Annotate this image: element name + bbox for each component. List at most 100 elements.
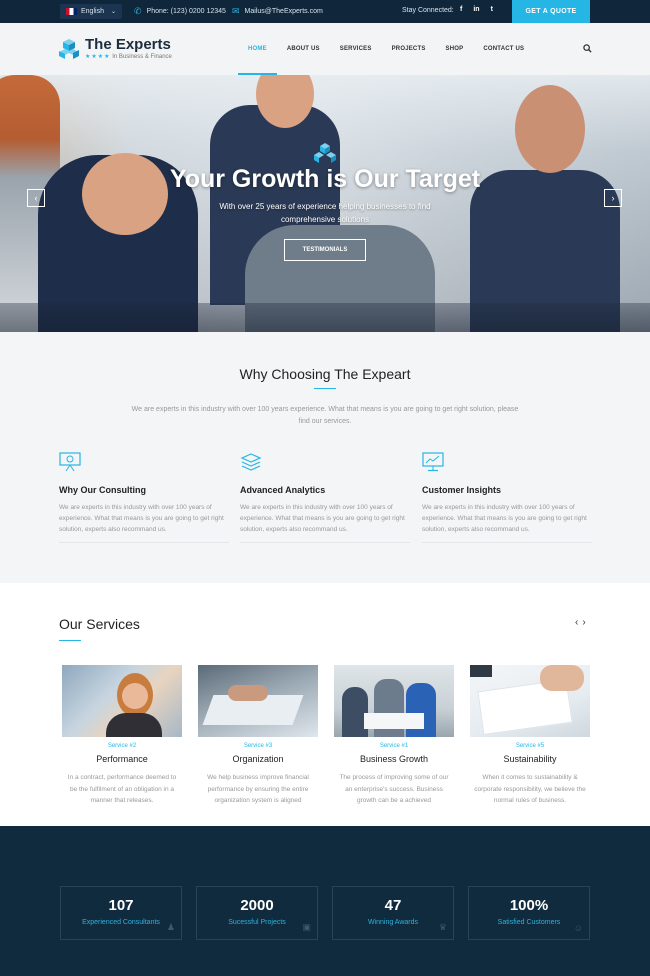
main-nav: HOME ABOUT US SERVICES PROJECTS SHOP CON…	[238, 23, 534, 75]
language-label: English	[81, 8, 104, 15]
phone-icon: ✆	[134, 6, 142, 16]
stat-label: Sucessful Projects	[228, 919, 286, 926]
get-a-quote-button[interactable]: GET A QUOTE	[512, 0, 590, 23]
feature-text: We are experts in this industry with ove…	[240, 504, 405, 533]
carousel-next-icon[interactable]: ›	[582, 617, 585, 628]
stat-value: 47	[384, 897, 402, 914]
service-image-sustainability[interactable]	[470, 665, 590, 737]
service-text: We help business improve financial perfo…	[207, 774, 309, 804]
envelope-icon: ✉	[232, 6, 240, 16]
service-card[interactable]: Service #2 Performance In a contract, pe…	[62, 665, 182, 807]
service-card[interactable]: Service #3 Organization We help business…	[198, 665, 318, 807]
nav-contact-us[interactable]: CONTACT US	[473, 23, 534, 75]
presentation-board-icon	[59, 452, 81, 472]
hero-next-arrow[interactable]: ›	[604, 189, 622, 207]
service-text: In a contract, performance deemed to be …	[67, 774, 177, 804]
service-text: The process of improving some of our an …	[339, 774, 449, 804]
service-tag: Service #5	[515, 743, 545, 749]
service-card[interactable]: Service #1 Business Growth The process o…	[334, 665, 454, 807]
stat-label: Winning Awards	[367, 919, 419, 926]
stat-value: 2000	[240, 897, 274, 914]
nav-home[interactable]: HOME	[238, 23, 277, 75]
section-title: Why Choosing The Expeart	[239, 366, 411, 382]
logo-subtitle-text: In Business & Finance	[112, 54, 172, 60]
hero-cubes-icon	[314, 143, 336, 163]
social-links: f in t	[460, 6, 493, 13]
stat-value: 107	[108, 897, 134, 914]
nav-shop[interactable]: SHOP	[436, 23, 474, 75]
testimonials-button[interactable]: TESTIMONIALS	[284, 239, 366, 261]
nav-about-us[interactable]: ABOUT US	[277, 23, 330, 75]
logo-subtitle: ★★★★ In Business & Finance	[85, 53, 172, 60]
hero-table	[0, 303, 650, 332]
service-tag: Service #1	[379, 743, 409, 749]
facebook-icon[interactable]: f	[460, 6, 462, 13]
trophy-icon: ♛	[438, 922, 447, 932]
divider	[59, 542, 229, 543]
language-selector[interactable]: English ⌄	[60, 4, 122, 19]
hero-prev-arrow[interactable]: ‹	[27, 189, 45, 207]
logo-cubes-icon[interactable]	[58, 38, 80, 60]
service-card[interactable]: Service #5 Sustainability When it comes …	[470, 665, 590, 807]
monitor-chart-icon	[422, 452, 444, 472]
stats-section: 107 Experienced Consultants ♟ 2000 Suces…	[0, 826, 650, 976]
stat-awards: 47 Winning Awards ♛	[332, 886, 454, 940]
smile-icon: ☺	[573, 923, 583, 933]
feature-insights: Customer Insights We are experts in this…	[422, 452, 592, 543]
feature-text: We are experts in this industry with ove…	[59, 504, 224, 533]
carousel-prev-icon[interactable]: ‹	[575, 617, 578, 628]
feature-text: We are experts in this industry with ove…	[422, 504, 587, 533]
feature-consulting: Why Our Consulting We are experts in thi…	[59, 452, 229, 543]
feature-title: Customer Insights	[422, 485, 502, 495]
service-title[interactable]: Sustainability	[470, 754, 590, 764]
service-title[interactable]: Organization	[198, 754, 318, 764]
phone-info: ✆ Phone: (123) 0200 12345	[134, 6, 226, 16]
stat-consultants: 107 Experienced Consultants ♟	[60, 886, 182, 940]
stat-customers: 100% Satisfied Customers ☺	[468, 886, 590, 940]
user-icon: ♟	[166, 922, 175, 932]
title-underline	[59, 640, 81, 641]
service-title[interactable]: Performance	[62, 754, 182, 764]
email-info[interactable]: ✉ Mailus@TheExperts.com	[232, 6, 323, 16]
nav-projects[interactable]: PROJECTS	[382, 23, 436, 75]
service-image-performance[interactable]	[62, 665, 182, 737]
hero-person-right-head	[515, 85, 585, 173]
carousel-controls: ‹ ›	[575, 617, 586, 628]
feature-analytics: Advanced Analytics We are experts in thi…	[240, 452, 410, 543]
email-text[interactable]: Mailus@TheExperts.com	[245, 8, 323, 15]
uk-flag-icon	[66, 8, 77, 15]
feature-title: Advanced Analytics	[240, 485, 326, 495]
feature-title: Why Our Consulting	[59, 485, 146, 495]
site-header: The Experts ★★★★ In Business & Finance H…	[0, 23, 650, 75]
logo-title[interactable]: The Experts	[85, 36, 171, 53]
section-title: Our Services	[59, 616, 140, 632]
our-services-section: Our Services ‹ › Service #2 Performance …	[0, 583, 650, 826]
title-underline	[314, 388, 336, 389]
nav-services[interactable]: SERVICES	[330, 23, 382, 75]
section-intro: We are experts in this industry with ove…	[131, 406, 519, 425]
divider	[240, 542, 410, 543]
hero-title: Your Growth is Our Target	[169, 165, 481, 193]
stay-connected-label: Stay Connected:	[402, 7, 454, 14]
service-image-business-growth[interactable]	[334, 665, 454, 737]
twitter-icon[interactable]: t	[491, 6, 493, 13]
stat-projects: 2000 Sucessful Projects ▣	[196, 886, 318, 940]
top-bar: English ⌄ ✆ Phone: (123) 0200 12345 ✉ Ma…	[0, 0, 650, 23]
service-image-organization[interactable]	[198, 665, 318, 737]
service-tag: Service #3	[243, 743, 273, 749]
linkedin-icon[interactable]: in	[473, 6, 479, 13]
stat-label: Satisfied Customers	[497, 919, 561, 926]
chevron-down-icon: ⌄	[110, 9, 116, 15]
hero-banner: Your Growth is Our Target With over 25 y…	[0, 75, 650, 332]
phone-text: Phone: (123) 0200 12345	[146, 7, 226, 15]
search-icon[interactable]	[583, 44, 592, 53]
briefcase-icon: ▣	[302, 922, 311, 932]
service-text: When it comes to sustainability & corpor…	[474, 774, 586, 804]
hero-subtitle: With over 25 years of experience helping…	[219, 202, 431, 224]
service-title[interactable]: Business Growth	[334, 754, 454, 764]
why-choosing-section: Why Choosing The Expeart We are experts …	[0, 332, 650, 583]
logo-stars: ★★★★	[85, 54, 111, 60]
divider	[422, 542, 592, 543]
layers-icon	[240, 453, 262, 471]
service-tag: Service #2	[107, 743, 137, 749]
